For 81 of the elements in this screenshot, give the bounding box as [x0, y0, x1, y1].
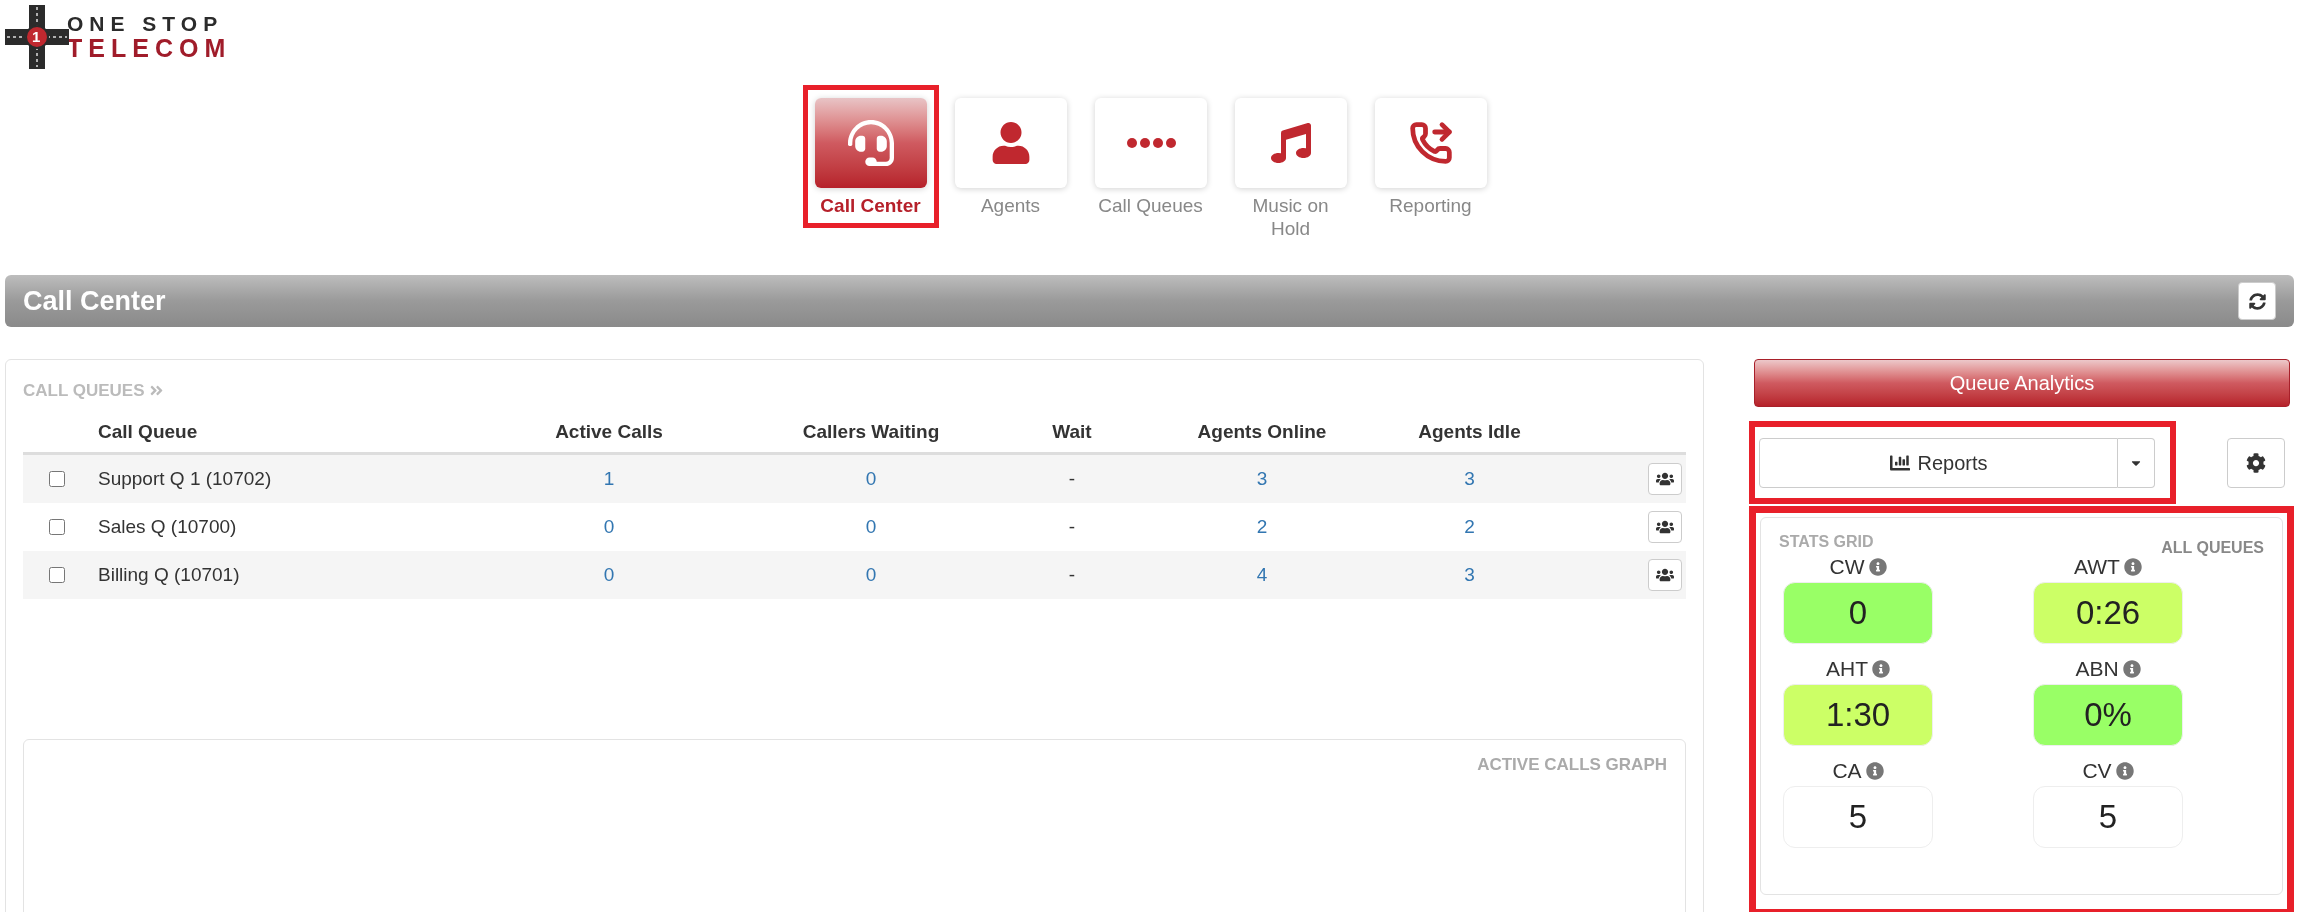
nav-tile[interactable] — [1094, 98, 1207, 188]
table-cell: - — [1068, 467, 1076, 489]
agents-button[interactable] — [1648, 559, 1682, 591]
info-icon[interactable] — [2122, 660, 2141, 678]
nav-tile[interactable] — [814, 98, 927, 188]
stat-label: AHT — [1826, 656, 1868, 683]
count-link[interactable]: 3 — [1464, 563, 1475, 585]
graph-title: ACTIVE CALLS GRAPH — [1477, 754, 1667, 774]
queue-name: Support Q 1 (10702) — [98, 467, 272, 489]
nav-label[interactable]: Call Center — [815, 194, 926, 217]
nav-label[interactable]: Music on Hold — [1235, 194, 1346, 240]
column-header: Agents Idle — [1418, 420, 1521, 442]
users-icon — [1656, 518, 1674, 536]
logo-text: ONE STOP — [67, 13, 225, 35]
row-checkbox[interactable] — [49, 567, 65, 583]
table-cell: - — [1068, 515, 1076, 537]
count-link[interactable]: 0 — [603, 563, 615, 585]
count-link[interactable]: 3 — [1256, 467, 1268, 489]
queue-analytics-button[interactable]: Queue Analytics — [1754, 359, 2290, 407]
count-link[interactable]: 4 — [1256, 563, 1268, 585]
section-title: STATS GRID — [1779, 532, 1874, 552]
scope-label: ALL QUEUES — [2161, 538, 2264, 558]
reports-button[interactable]: Reports — [1759, 437, 2118, 488]
info-icon[interactable] — [1868, 558, 1887, 576]
gear-icon — [2246, 452, 2266, 473]
stat-value-box: 0% — [2033, 684, 2183, 746]
info-icon[interactable] — [1865, 762, 1884, 780]
stat-label: CA — [1832, 758, 1862, 785]
nav-tile[interactable] — [1234, 98, 1347, 188]
count-link[interactable]: 2 — [1464, 515, 1475, 537]
agents-button[interactable] — [1648, 511, 1682, 543]
music-note-icon — [1270, 123, 1311, 163]
row-checkbox[interactable] — [49, 519, 65, 535]
count-link[interactable]: 0 — [603, 515, 615, 537]
stat-label: AWT — [2074, 554, 2120, 581]
section-title: CALL QUEUES — [23, 380, 145, 402]
info-icon[interactable] — [2123, 558, 2142, 576]
info-icon[interactable] — [2115, 762, 2134, 780]
stat-label: CW — [1829, 554, 1865, 581]
logo-badge-text: 1 — [32, 27, 41, 47]
stat-value-box: 0 — [1783, 582, 1933, 644]
info-icon[interactable] — [1872, 660, 1890, 678]
page-title: Call Center — [23, 284, 166, 318]
count-link[interactable]: 1 — [603, 467, 615, 489]
nav-label[interactable]: Reporting — [1375, 194, 1486, 217]
count-link[interactable]: 0 — [865, 563, 877, 585]
stat-value-box: 5 — [1783, 786, 1933, 848]
stat-value-box: 0:26 — [2033, 582, 2183, 644]
column-header: Active Calls — [555, 420, 663, 442]
table-cell: - — [1068, 563, 1076, 585]
column-header: Wait — [1052, 420, 1092, 442]
phone-arrows-icon — [1408, 121, 1453, 165]
nav-label[interactable]: Call Queues — [1095, 194, 1206, 217]
count-link[interactable]: 0 — [865, 467, 877, 489]
column-header: Callers Waiting — [802, 420, 940, 442]
queue-name: Billing Q (10701) — [98, 563, 240, 585]
queue-name: Sales Q (10700) — [98, 515, 237, 537]
users-icon — [1656, 566, 1674, 584]
column-header: Call Queue — [98, 420, 198, 442]
agents-button[interactable] — [1648, 463, 1682, 495]
users-icon — [1656, 470, 1674, 488]
nav-tile[interactable] — [1374, 98, 1487, 188]
headset-icon — [847, 120, 894, 166]
refresh-button[interactable] — [2238, 282, 2276, 320]
logo-text: TELECOM — [67, 35, 232, 61]
count-link[interactable]: 0 — [865, 515, 877, 537]
stat-label: ABN — [2075, 656, 2119, 683]
stat-value-box: 5 — [2033, 786, 2183, 848]
stat-label: CV — [2082, 758, 2112, 785]
count-link[interactable]: 3 — [1464, 467, 1475, 489]
nav-tile[interactable] — [954, 98, 1067, 188]
dots-icon — [1125, 137, 1176, 149]
column-header: Agents Online — [1197, 420, 1327, 442]
count-link[interactable]: 2 — [1256, 515, 1268, 537]
user-icon — [991, 122, 1030, 164]
crossroads-icon — [5, 5, 69, 69]
stat-value-box: 1:30 — [1783, 684, 1933, 746]
refresh-icon — [2248, 292, 2266, 310]
settings-button[interactable] — [2227, 437, 2285, 488]
nav-label[interactable]: Agents — [955, 194, 1066, 217]
row-checkbox[interactable] — [49, 471, 65, 487]
